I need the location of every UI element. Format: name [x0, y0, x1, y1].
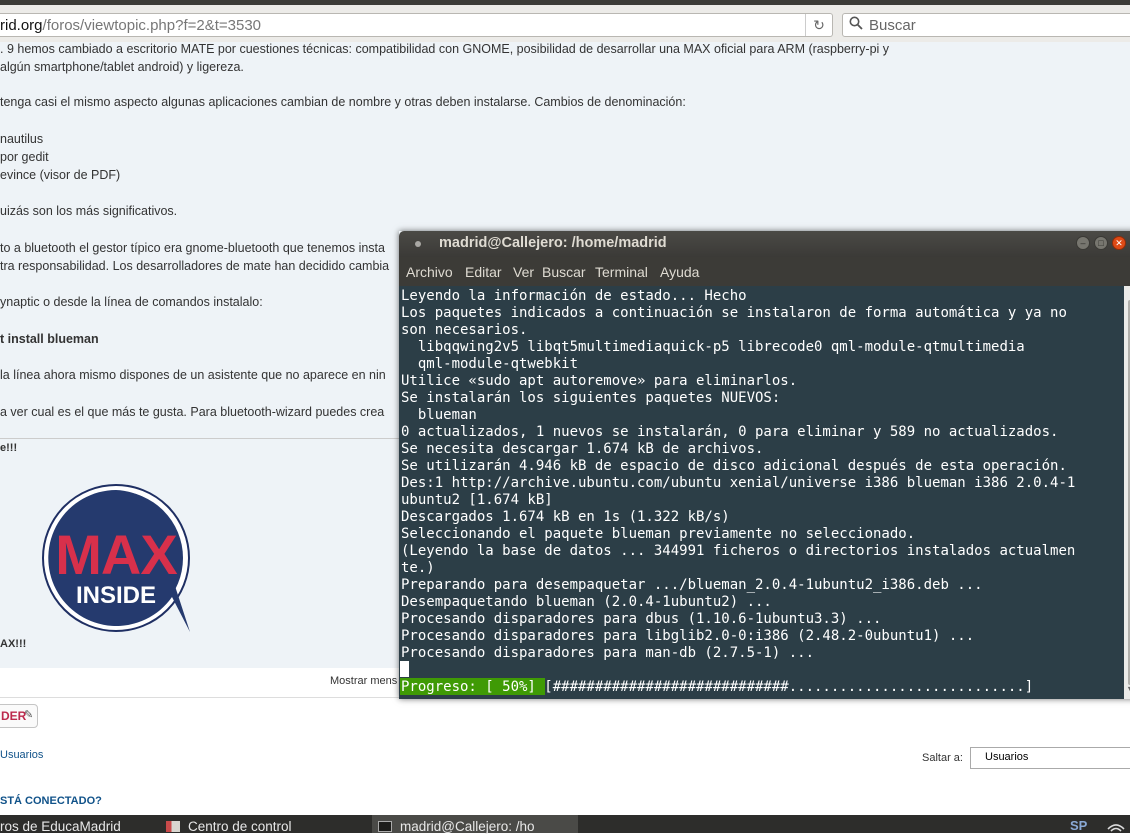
control-center-icon — [166, 821, 180, 832]
terminal-line: Se instalarán los siguientes paquetes NU… — [401, 390, 781, 406]
pencil-icon: ✎ — [24, 709, 34, 721]
svg-text:MAX: MAX — [55, 523, 177, 586]
terminal-line: Los paquetes indicados a continuación se… — [401, 305, 1067, 321]
maximize-icon[interactable]: □ — [1094, 236, 1108, 250]
logo-text-inside: INSIDE — [76, 582, 156, 609]
terminal-line: Se necesita descargar 1.674 kB de archiv… — [401, 441, 764, 457]
post-line: por gedit — [0, 150, 49, 164]
url-bar[interactable]: rid.org/foros/viewtopic.php?f=2&t=3530 ↻ — [0, 13, 833, 37]
search-input[interactable]: Buscar — [842, 13, 1130, 37]
users-link[interactable]: Usuarios — [0, 749, 43, 761]
post-line: evince (visor de PDF) — [0, 168, 121, 182]
reload-icon[interactable]: ↻ — [805, 14, 832, 36]
terminal-line: Leyendo la información de estado... Hech… — [401, 288, 747, 304]
taskbar-item-terminal[interactable]: madrid@Callejero: /ho — [372, 815, 578, 834]
signature-line: AX!!! — [0, 638, 27, 650]
taskbar: ros de EducaMadrid Centro de control mad… — [0, 815, 1130, 834]
jump-to-label: Saltar a: — [922, 752, 963, 764]
post-line: a ver cual es el que más te gusta. Para … — [0, 405, 385, 419]
post-line: uizás son los más significativos. — [0, 204, 178, 218]
signature-line: e!!! — [0, 442, 18, 454]
post-footer: Mostrar mens — [0, 668, 400, 698]
terminal-line: blueman — [401, 407, 477, 423]
divider — [0, 697, 400, 698]
wifi-icon[interactable] — [1106, 821, 1126, 833]
logo-text-max: MAX — [55, 523, 177, 586]
terminal-line: Procesando disparadores para man-db (2.7… — [401, 645, 815, 661]
max-inside-logo: MAX INSIDE — [42, 484, 190, 632]
terminal-icon — [378, 821, 392, 832]
menu-terminal[interactable]: Terminal — [595, 264, 648, 280]
menu-ayuda[interactable]: Ayuda — [660, 264, 699, 280]
reply-label: DER — [1, 709, 27, 723]
taskbar-label: Centro de control — [188, 819, 292, 834]
terminal-line: (Leyendo la base de datos ... 344991 fic… — [401, 543, 1076, 559]
taskbar-label: madrid@Callejero: /ho — [400, 819, 535, 834]
terminal-title: madrid@Callejero: /home/madrid — [439, 235, 667, 251]
jump-to-select[interactable]: Usuarios — [970, 747, 1130, 769]
terminal-line: son necesarios. — [401, 322, 528, 338]
terminal-line: Des:1 http://archive.ubuntu.com/ubuntu x… — [401, 475, 1076, 491]
signature-divider — [0, 438, 400, 439]
taskbar-label: ros de EducaMadrid — [0, 819, 121, 834]
menu-buscar[interactable]: Buscar — [542, 264, 586, 280]
terminal-titlebar[interactable]: madrid@Callejero: /home/madrid – □ ✕ — [399, 231, 1130, 257]
url-path: /foros/viewtopic.php?f=2&t=3530 — [42, 17, 262, 34]
terminal-window[interactable]: madrid@Callejero: /home/madrid – □ ✕ Arc… — [399, 231, 1130, 699]
post-line: algún smartphone/tablet android) y liger… — [0, 60, 244, 74]
terminal-line: libqqwing2v5 libqt5multimediaquick-p5 li… — [401, 339, 1025, 355]
menu-editar[interactable]: Editar — [465, 264, 502, 280]
terminal-line: Desempaquetando blueman (2.0.4-1ubuntu2)… — [401, 594, 772, 610]
terminal-line: qml-module-qtwebkit — [401, 356, 579, 372]
post-line: nautilus — [0, 132, 44, 146]
progress-line: Progreso: [ 50%] [######################… — [401, 679, 1034, 695]
post-line: to a bluetooth el gestor típico era gnom… — [0, 241, 385, 255]
terminal-line: Utilice «sudo apt autoremove» para elimi… — [401, 373, 798, 389]
url-text[interactable]: rid.org/foros/viewtopic.php?f=2&t=3530 — [0, 17, 261, 34]
post-line: tra responsabilidad. Los desarrolladores… — [0, 259, 390, 273]
terminal-line: Procesando disparadores para dbus (1.10.… — [401, 611, 882, 627]
post-line: la línea ahora mismo dispones de un asis… — [0, 368, 386, 382]
terminal-line: Procesando disparadores para libglib2.0-… — [401, 628, 975, 644]
search-icon — [849, 16, 863, 34]
url-host: rid.org — [0, 17, 43, 34]
post-line: ynaptic o desde la línea de comandos ins… — [0, 295, 263, 309]
show-messages-label[interactable]: Mostrar mens — [330, 675, 397, 687]
terminal-line: te.) — [401, 560, 435, 576]
terminal-line: 0 actualizados, 1 nuevos se instalarán, … — [401, 424, 1059, 440]
taskbar-item-browser[interactable]: ros de EducaMadrid — [0, 815, 160, 834]
menu-ver[interactable]: Ver — [513, 264, 534, 280]
terminal-line: Descargados 1.674 kB en 1s (1.322 kB/s) — [401, 509, 730, 525]
post-line: tenga casi el mismo aspecto algunas apli… — [0, 95, 686, 109]
terminal-line: ubuntu2 [1.674 kB] — [401, 492, 553, 508]
minimize-icon[interactable]: – — [1076, 236, 1090, 250]
scroll-down-arrow-icon[interactable]: ▼ — [1126, 684, 1130, 694]
terminal-line: Preparando para desempaquetar .../bluema… — [401, 577, 983, 593]
window-menu-icon[interactable] — [415, 241, 421, 247]
jump-to-value: Usuarios — [985, 751, 1029, 763]
search-placeholder: Buscar — [869, 17, 916, 34]
browser-toolbar: rid.org/foros/viewtopic.php?f=2&t=3530 ↻… — [0, 5, 1130, 43]
reply-button[interactable]: DER ✎ — [0, 704, 38, 728]
keyboard-layout-indicator[interactable]: SP — [1070, 818, 1087, 833]
post-line: . 9 hemos cambiado a escritorio MATE por… — [0, 42, 890, 56]
terminal-scrollbar[interactable]: ▼ — [1124, 286, 1130, 699]
terminal-output[interactable]: Leyendo la información de estado... Hech… — [399, 286, 1124, 699]
terminal-menubar: Archivo Editar Ver Buscar Terminal Ayuda — [399, 257, 1130, 286]
who-is-online-heading: STÁ CONECTADO? — [0, 795, 102, 807]
taskbar-item-control-center[interactable]: Centro de control — [166, 815, 366, 834]
terminal-cursor — [400, 661, 409, 677]
post-command: t install blueman — [0, 332, 99, 346]
menu-archivo[interactable]: Archivo — [406, 264, 453, 280]
terminal-line: Se utilizarán 4.946 kB de espacio de dis… — [401, 458, 1067, 474]
close-icon[interactable]: ✕ — [1112, 236, 1126, 250]
terminal-line: Seleccionando el paquete blueman previam… — [401, 526, 916, 542]
